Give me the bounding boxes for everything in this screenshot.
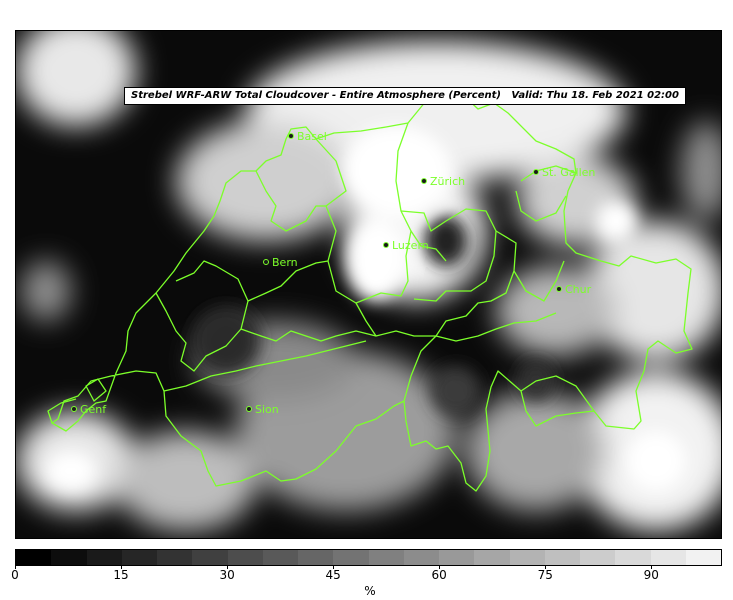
colorbar-tick-label: 60 bbox=[431, 568, 447, 582]
colorbar-segment bbox=[227, 550, 263, 565]
map-title: Strebel WRF-ARW Total Cloudcover - Entir… bbox=[124, 87, 686, 105]
city-label: Luzern bbox=[392, 239, 429, 252]
colorbar-segment bbox=[615, 550, 651, 565]
colorbar-segment bbox=[474, 550, 510, 565]
colorbar-tick-label: 30 bbox=[219, 568, 235, 582]
city-label: Bern bbox=[272, 256, 298, 269]
colorbar-segment bbox=[86, 550, 122, 565]
colorbar-segment bbox=[51, 550, 87, 565]
city-marker-dot bbox=[71, 406, 77, 412]
colorbar-segment bbox=[298, 550, 334, 565]
city-label: Chur bbox=[565, 283, 592, 296]
colorbar-segment bbox=[439, 550, 475, 565]
city-marker-dot bbox=[383, 242, 389, 248]
city-5: Bern bbox=[263, 256, 298, 269]
city-label: St. Gallen bbox=[542, 166, 595, 179]
colorbar-segment bbox=[368, 550, 404, 565]
city-marker-dot bbox=[263, 259, 269, 265]
city-3: St. Gallen bbox=[533, 166, 595, 179]
colorbar-segment bbox=[509, 550, 545, 565]
city-marker-dot bbox=[556, 286, 562, 292]
colorbar-unit-label: % bbox=[364, 584, 376, 598]
city-label: Basel bbox=[297, 130, 327, 143]
colorbar-tick-label: 0 bbox=[11, 568, 19, 582]
colorbar-tick-label: 90 bbox=[643, 568, 659, 582]
colorbar-segment bbox=[650, 550, 686, 565]
city-label: Genf bbox=[80, 403, 107, 416]
colorbar-segment bbox=[685, 550, 721, 565]
colorbar-tick-label: 15 bbox=[113, 568, 129, 582]
city-marker-dot bbox=[533, 169, 539, 175]
cloud-field bbox=[16, 31, 721, 531]
colorbar-segment bbox=[544, 550, 580, 565]
map-canvas: Basel Zürich St. Gallen Luzern Bern Chur Sion G… bbox=[16, 31, 721, 531]
cloud-cover-map: Basel Zürich St. Gallen Luzern Bern Chur Sion G… bbox=[15, 30, 722, 539]
colorbar-segment bbox=[262, 550, 298, 565]
colorbar-segment bbox=[192, 550, 228, 565]
colorbar-segment bbox=[157, 550, 193, 565]
colorbar-tick-label: 75 bbox=[537, 568, 553, 582]
city-marker-dot bbox=[246, 406, 252, 412]
colorbar-segment bbox=[580, 550, 616, 565]
colorbar-segment bbox=[403, 550, 439, 565]
city-marker-dot bbox=[288, 133, 294, 139]
city-label: Sion bbox=[255, 403, 279, 416]
colorbar-segment bbox=[333, 550, 369, 565]
colorbar-segment bbox=[16, 550, 52, 565]
city-label: Zürich bbox=[430, 175, 465, 188]
colorbar-tick-label: 45 bbox=[325, 568, 341, 582]
colorbar-segment bbox=[121, 550, 157, 565]
colorbar bbox=[15, 549, 722, 566]
city-marker-dot bbox=[421, 178, 427, 184]
